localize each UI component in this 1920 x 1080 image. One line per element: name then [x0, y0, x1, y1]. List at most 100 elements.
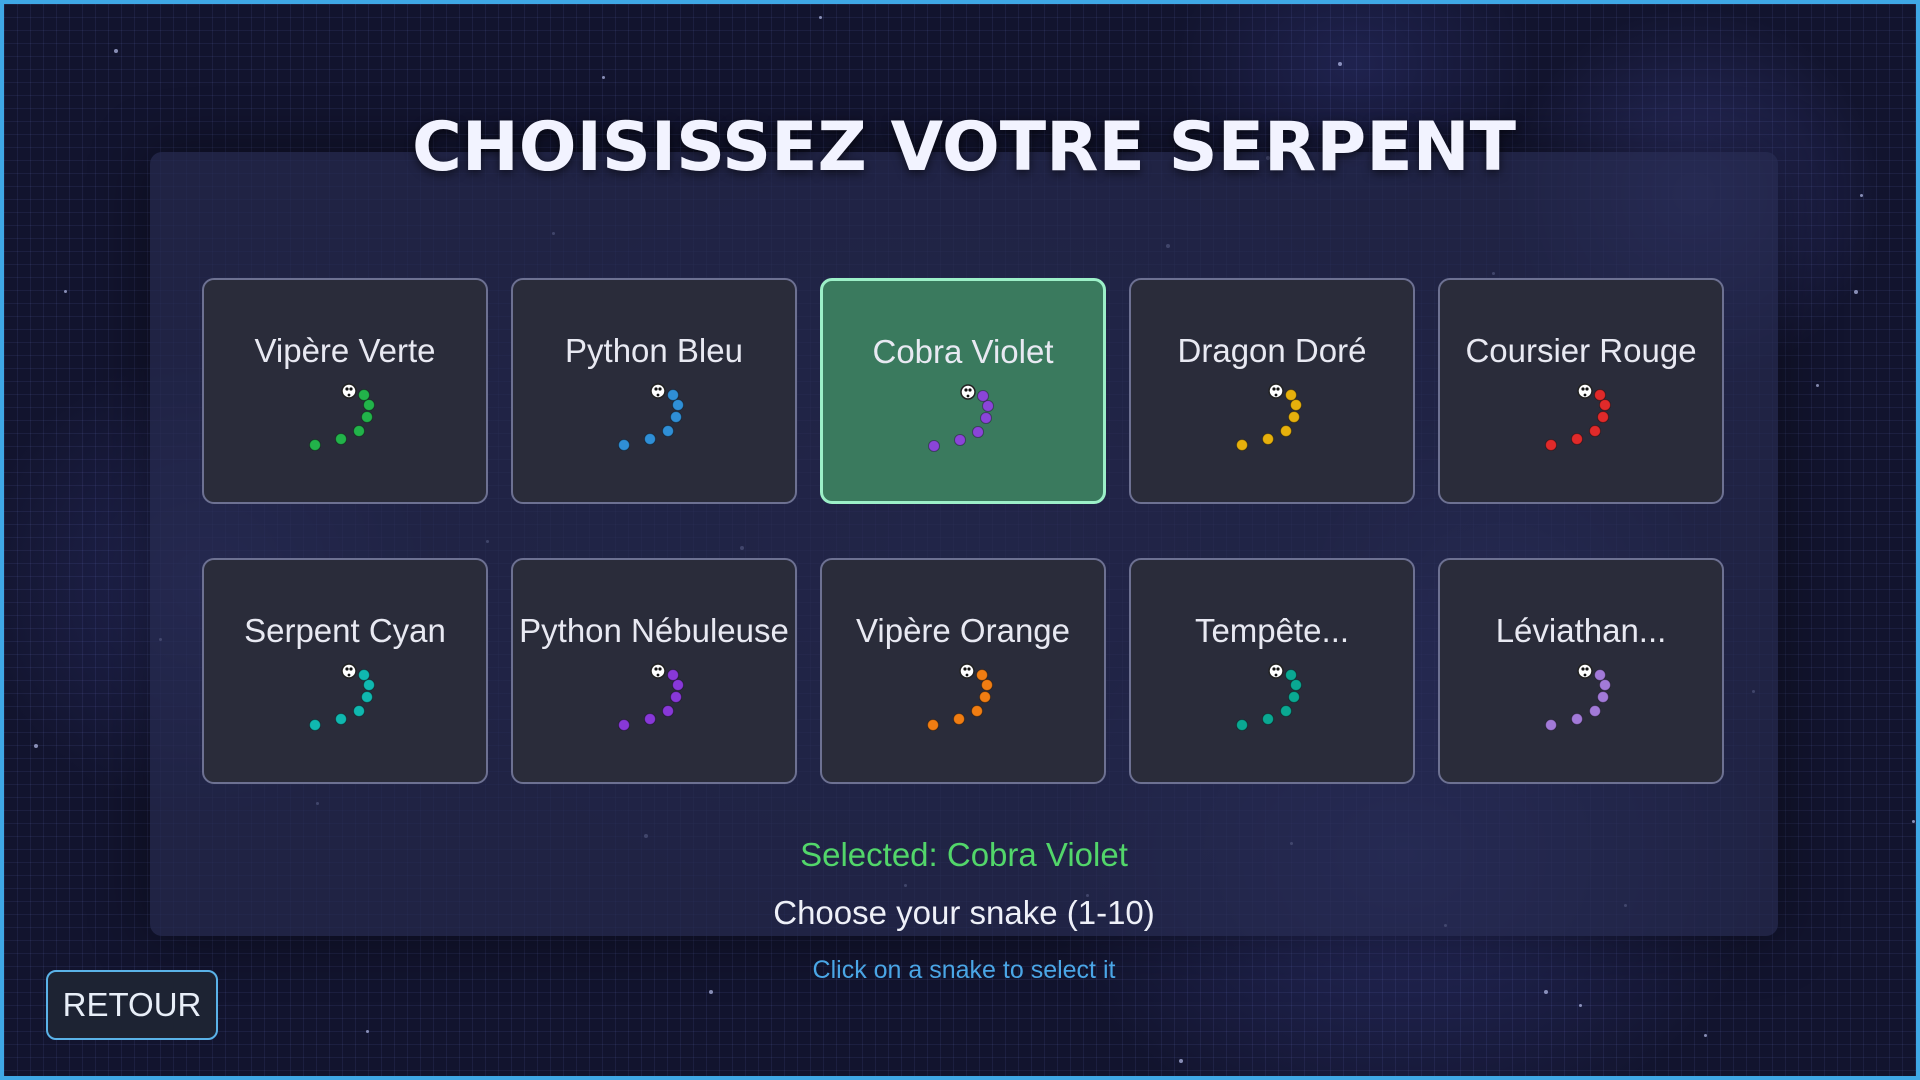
snake-body-segment	[1589, 425, 1601, 437]
snake-eye	[1276, 387, 1280, 391]
snake-body-segment	[618, 719, 630, 731]
snake-eye	[964, 388, 968, 392]
snake-body-segment	[309, 439, 321, 451]
snake-card[interactable]: Dragon Doré	[1129, 278, 1415, 504]
snake-body-segment	[670, 691, 682, 703]
snake-eye	[345, 387, 349, 391]
snake-body-segment	[662, 425, 674, 437]
snake-body-segment	[335, 713, 347, 725]
snake-body-segment	[672, 679, 684, 691]
instruction-text: Choose your snake (1-10)	[773, 894, 1155, 931]
snake-card[interactable]: Cobra Violet	[820, 278, 1106, 504]
snake-body-segment	[971, 705, 983, 717]
star	[1912, 820, 1915, 823]
snake-mouth	[347, 393, 351, 397]
snake-eye	[1585, 667, 1589, 671]
snake-eye	[1272, 667, 1276, 671]
snake-card[interactable]: Serpent Cyan	[202, 558, 488, 784]
snake-card[interactable]: Coursier Rouge	[1438, 278, 1724, 504]
snake-preview-icon	[618, 383, 684, 451]
snake-body-segment	[979, 691, 991, 703]
snake-body-segment	[1262, 713, 1274, 725]
star	[1579, 1004, 1582, 1007]
game-screen: CHOISISSEZ VOTRE SERPENT Vipère Verte Pyt…	[0, 0, 1920, 1080]
star	[34, 744, 38, 748]
star	[1816, 384, 1819, 387]
snake-body-segment	[644, 713, 656, 725]
snake-body-segment	[1236, 719, 1248, 731]
snake-mouth	[347, 673, 351, 677]
snake-body-segment	[361, 411, 373, 423]
snake-eye	[963, 667, 967, 671]
snake-body-segment	[1236, 439, 1248, 451]
snake-eye	[1276, 667, 1280, 671]
snake-mouth	[966, 394, 970, 398]
snake-body-segment	[309, 719, 321, 731]
snake-body-segment	[672, 399, 684, 411]
snake-eye	[658, 387, 662, 391]
snake-body-segment	[670, 411, 682, 423]
snake-body-segment	[928, 440, 940, 452]
snake-body-segment	[1288, 411, 1300, 423]
snake-preview-icon	[309, 383, 375, 451]
snake-body-segment	[1262, 433, 1274, 445]
snake-eye	[658, 667, 662, 671]
snake-card[interactable]: Tempête...	[1129, 558, 1415, 784]
snake-preview-icon	[1545, 663, 1611, 731]
page-title: CHOISISSEZ VOTRE SERPENT	[411, 108, 1516, 187]
star	[114, 49, 118, 53]
star	[1338, 62, 1342, 66]
snake-body-segment	[1594, 669, 1606, 681]
snake-card[interactable]: Python Nébuleuse	[511, 558, 797, 784]
snake-eye	[1272, 387, 1276, 391]
snake-body-segment	[1571, 433, 1583, 445]
snake-eye	[967, 667, 971, 671]
snake-body-segment	[662, 705, 674, 717]
snake-card[interactable]: Vipère Orange	[820, 558, 1106, 784]
snake-body-segment	[335, 433, 347, 445]
snake-eye	[654, 387, 658, 391]
star	[366, 1030, 369, 1033]
snake-body-segment	[1589, 705, 1601, 717]
snake-eye	[1581, 667, 1585, 671]
star	[709, 990, 713, 994]
snake-body-segment	[1285, 389, 1297, 401]
snake-eye	[654, 667, 658, 671]
snake-body-segment	[1285, 669, 1297, 681]
snake-mouth	[1274, 393, 1278, 397]
snake-body-segment	[976, 669, 988, 681]
snake-mouth	[1274, 673, 1278, 677]
snake-mouth	[1583, 393, 1587, 397]
snake-mouth	[965, 673, 969, 677]
snake-body-segment	[618, 439, 630, 451]
snake-mouth	[1583, 673, 1587, 677]
star	[1860, 194, 1863, 197]
star	[1704, 1034, 1707, 1037]
snake-body-segment	[667, 669, 679, 681]
snake-body-segment	[1280, 425, 1292, 437]
snake-body-segment	[667, 389, 679, 401]
snake-body-segment	[1597, 411, 1609, 423]
star	[64, 290, 67, 293]
snake-body-segment	[1594, 389, 1606, 401]
snake-body-segment	[1545, 439, 1557, 451]
snake-body-segment	[927, 719, 939, 731]
snake-body-segment	[353, 705, 365, 717]
snake-body-segment	[981, 679, 993, 691]
snake-preview-icon	[928, 384, 994, 452]
snake-card[interactable]: Léviathan...	[1438, 558, 1724, 784]
snake-preview-icon	[927, 663, 993, 731]
snake-mouth	[656, 673, 660, 677]
snake-body-segment	[1290, 679, 1302, 691]
snake-card[interactable]: Python Bleu	[511, 278, 797, 504]
snake-card[interactable]: Vipère Verte	[202, 278, 488, 504]
back-button[interactable]: RETOUR	[46, 970, 218, 1040]
snake-body-segment	[1599, 679, 1611, 691]
snake-body-segment	[977, 390, 989, 402]
snake-body-segment	[980, 412, 992, 424]
star	[602, 76, 605, 79]
snake-body-segment	[353, 425, 365, 437]
snake-preview-icon	[1236, 663, 1302, 731]
snake-body-segment	[1599, 399, 1611, 411]
snake-preview-icon	[1236, 383, 1302, 451]
